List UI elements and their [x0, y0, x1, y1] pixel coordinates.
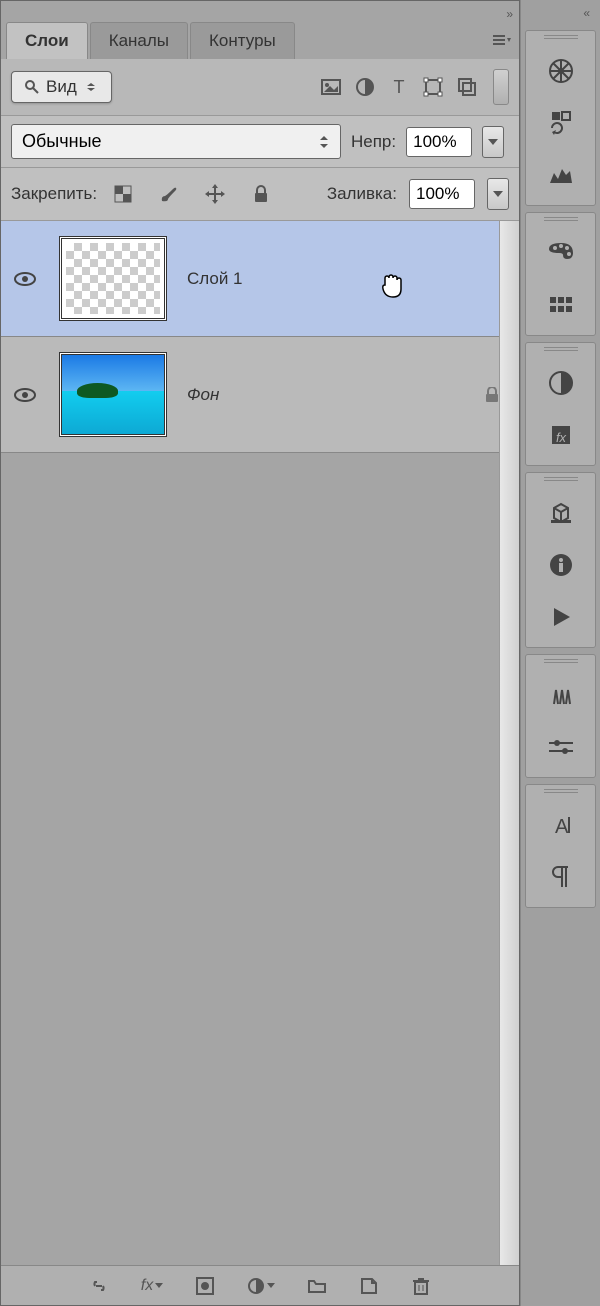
layer-thumbnail[interactable] — [59, 352, 167, 437]
fill-dropdown[interactable] — [487, 178, 509, 210]
swatches-icon[interactable] — [539, 283, 583, 327]
svg-text:A: A — [555, 816, 569, 837]
collapse-icon[interactable]: » — [506, 7, 513, 21]
link-icon[interactable] — [89, 1276, 109, 1296]
chevron-updown-icon — [83, 83, 99, 91]
adjustments-icon[interactable] — [539, 361, 583, 405]
brush-settings-icon[interactable] — [539, 725, 583, 769]
fx-button[interactable]: fx — [141, 1277, 163, 1295]
filter-smart-icon[interactable] — [453, 73, 481, 101]
visibility-toggle[interactable] — [11, 388, 39, 402]
tab-paths[interactable]: Контуры — [190, 22, 295, 59]
histogram-icon[interactable] — [539, 153, 583, 197]
brushes-icon[interactable] — [539, 673, 583, 717]
lock-toolbar: Закрепить: Заливка: — [1, 168, 519, 221]
filter-adjust-icon[interactable] — [351, 73, 379, 101]
layers-footer: fx — [1, 1265, 519, 1305]
color-icon[interactable] — [539, 231, 583, 275]
filter-toolbar: Вид T — [1, 59, 519, 116]
paragraph-icon[interactable] — [539, 855, 583, 899]
mask-icon[interactable] — [195, 1276, 215, 1296]
lock-all-icon[interactable] — [247, 180, 275, 208]
cursor-hand-icon — [379, 271, 403, 299]
navigator-icon[interactable] — [539, 49, 583, 93]
lock-pixels-icon[interactable] — [109, 180, 137, 208]
filter-image-icon[interactable] — [317, 73, 345, 101]
play-icon[interactable] — [539, 595, 583, 639]
layers-list: Слой 1 Фон — [1, 221, 519, 1265]
info-icon[interactable] — [539, 543, 583, 587]
collapse-icon[interactable]: « — [583, 6, 590, 20]
opacity-dropdown[interactable] — [482, 126, 504, 158]
svg-text:T: T — [394, 77, 405, 97]
fill-input[interactable] — [409, 179, 475, 209]
filter-shape-icon[interactable] — [419, 73, 447, 101]
history-icon[interactable] — [539, 101, 583, 145]
view-filter-label: Вид — [46, 77, 77, 97]
panel-menu-icon[interactable] — [491, 34, 511, 46]
layer-name: Слой 1 — [187, 269, 243, 289]
scrollbar[interactable] — [499, 221, 519, 1265]
fill-label: Заливка: — [327, 184, 397, 204]
filter-toggle[interactable] — [493, 69, 509, 105]
view-filter-button[interactable]: Вид — [11, 71, 112, 103]
lock-move-icon[interactable] — [201, 180, 229, 208]
tab-channels[interactable]: Каналы — [90, 22, 188, 59]
tabs-bar: Слои Каналы Контуры — [1, 26, 519, 59]
layer-row[interactable]: Слой 1 — [1, 221, 519, 337]
new-layer-icon[interactable] — [359, 1276, 379, 1296]
opacity-input[interactable] — [406, 127, 472, 157]
character-icon[interactable]: A — [539, 803, 583, 847]
blend-mode-select[interactable]: Обычные — [11, 124, 341, 159]
lock-icon — [485, 387, 499, 403]
opacity-label: Непр: — [351, 132, 396, 152]
trash-icon[interactable] — [411, 1276, 431, 1296]
3d-icon[interactable] — [539, 491, 583, 535]
visibility-toggle[interactable] — [11, 272, 39, 286]
tab-layers[interactable]: Слои — [6, 22, 88, 59]
blend-mode-label: Обычные — [22, 131, 102, 152]
layers-panel: » Слои Каналы Контуры Вид T Обычные Непр… — [0, 0, 520, 1306]
chevron-updown-icon — [318, 134, 330, 150]
layer-thumbnail[interactable] — [59, 236, 167, 321]
layer-name: Фон — [187, 385, 219, 405]
search-icon — [24, 79, 40, 95]
svg-text:fx: fx — [555, 430, 566, 445]
adjustment-button[interactable] — [247, 1277, 275, 1295]
lock-label: Закрепить: — [11, 184, 97, 204]
lock-brush-icon[interactable] — [155, 180, 183, 208]
styles-icon[interactable]: fx — [539, 413, 583, 457]
layer-row[interactable]: Фон — [1, 337, 519, 453]
group-icon[interactable] — [307, 1276, 327, 1296]
filter-text-icon[interactable]: T — [385, 73, 413, 101]
side-dock: « fx A — [520, 0, 600, 1306]
blend-toolbar: Обычные Непр: — [1, 116, 519, 168]
